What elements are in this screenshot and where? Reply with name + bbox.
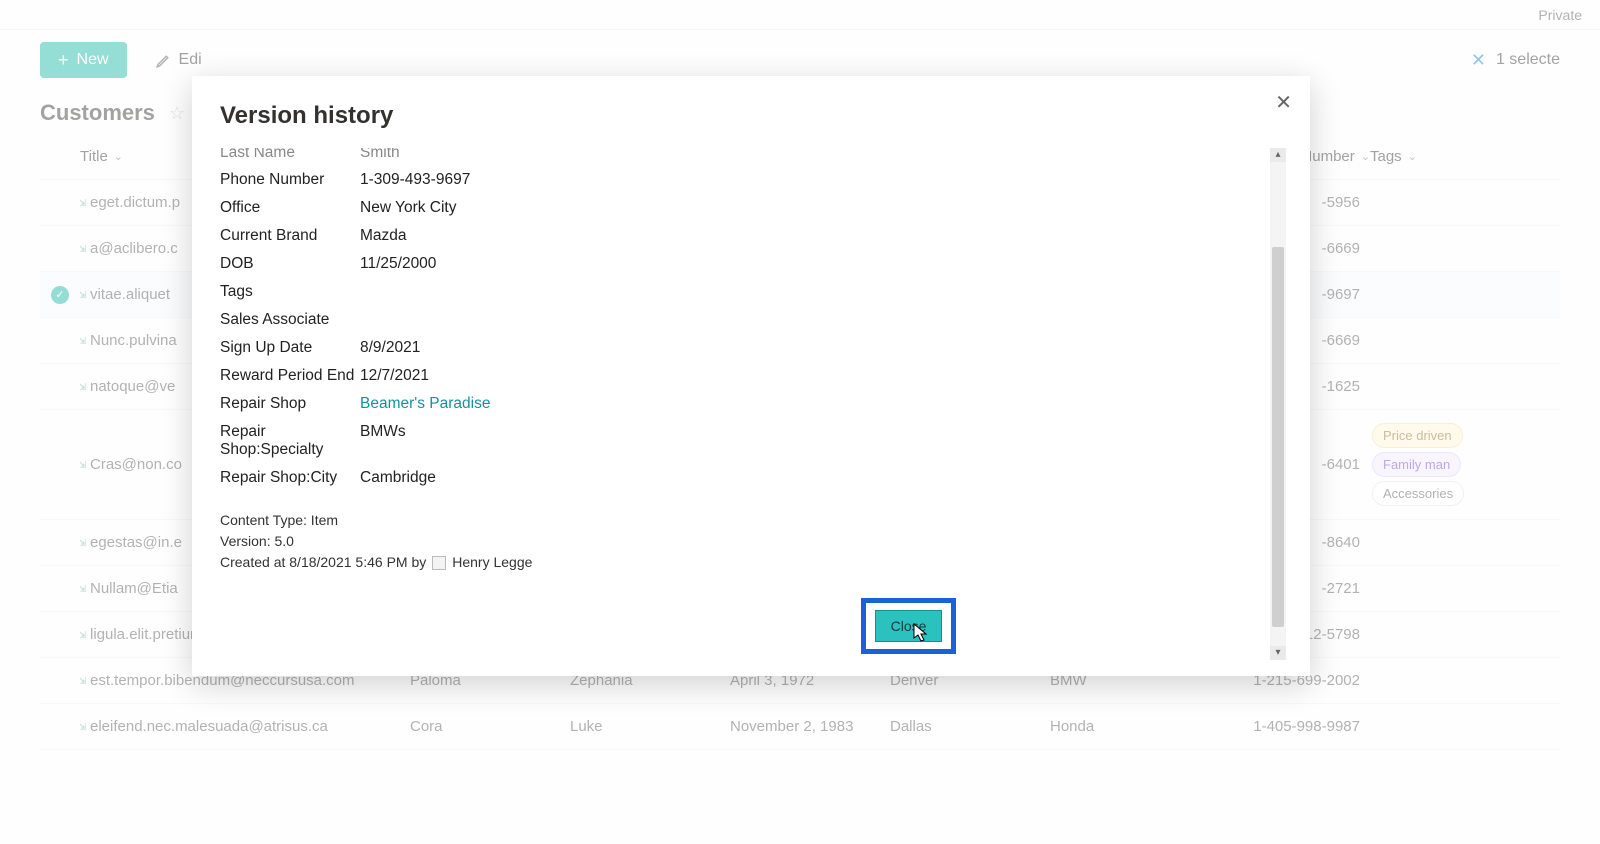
created-by-name: Henry Legge — [452, 552, 532, 573]
cutoff-row: Last Name Smith — [220, 148, 1286, 166]
field-label: Sign Up Date — [220, 339, 360, 357]
field-value: BMWs — [360, 423, 1286, 441]
field-row: Phone Number1-309-493-9697 — [220, 166, 1286, 194]
field-row: Reward Period End12/7/2021 — [220, 362, 1286, 390]
field-value: 1-309-493-9697 — [360, 171, 1286, 189]
dialog-body: Last Name Smith Phone Number1-309-493-96… — [220, 148, 1286, 660]
scroll-down-icon[interactable]: ▾ — [1270, 646, 1286, 660]
dialog-title: Version history — [192, 76, 1310, 142]
field-row: Sign Up Date8/9/2021 — [220, 334, 1286, 362]
field-row: Tags — [220, 278, 1286, 306]
field-value: Cambridge — [360, 469, 1286, 487]
dialog-close-icon[interactable]: ✕ — [1275, 90, 1292, 115]
field-value: 12/7/2021 — [360, 367, 1286, 385]
close-button-highlight: Close — [861, 598, 956, 654]
field-value: Mazda — [360, 227, 1286, 245]
item-meta: Content Type: Item Version: 5.0 Created … — [220, 510, 1286, 573]
version-history-dialog: ✕ Version history Last Name Smith Phone … — [192, 76, 1310, 676]
field-label: Current Brand — [220, 227, 360, 245]
scroll-thumb[interactable] — [1272, 247, 1284, 627]
field-label: DOB — [220, 255, 360, 273]
field-row: Repair Shop:SpecialtyBMWs — [220, 418, 1286, 464]
field-value-link[interactable]: Beamer's Paradise — [360, 395, 1286, 413]
field-label: Repair Shop — [220, 395, 360, 413]
field-value: 8/9/2021 — [360, 339, 1286, 357]
close-button[interactable]: Close — [875, 610, 943, 642]
dialog-scrollbar[interactable]: ▴ ▾ — [1270, 148, 1286, 660]
scroll-track[interactable] — [1270, 162, 1286, 646]
field-label: Tags — [220, 283, 360, 301]
field-label: Sales Associate — [220, 311, 360, 329]
field-value: New York City — [360, 199, 1286, 217]
field-label: Reward Period End — [220, 367, 360, 385]
content-type: Content Type: Item — [220, 510, 1286, 531]
field-row: OfficeNew York City — [220, 194, 1286, 222]
field-row: Current BrandMazda — [220, 222, 1286, 250]
field-label: Repair Shop:Specialty — [220, 423, 360, 459]
close-button-label: Close — [891, 618, 927, 634]
field-label: Repair Shop:City — [220, 469, 360, 487]
scroll-up-icon[interactable]: ▴ — [1270, 148, 1286, 162]
field-row: Repair Shop:CityCambridge — [220, 464, 1286, 492]
field-value: 11/25/2000 — [360, 255, 1286, 273]
avatar-icon — [432, 556, 446, 570]
version-number: Version: 5.0 — [220, 531, 1286, 552]
field-label: Phone Number — [220, 171, 360, 189]
field-row: DOB11/25/2000 — [220, 250, 1286, 278]
field-label: Office — [220, 199, 360, 217]
field-row: Sales Associate — [220, 306, 1286, 334]
field-row: Repair ShopBeamer's Paradise — [220, 390, 1286, 418]
created-by-line: Created at 8/18/2021 5:46 PM by Henry Le… — [220, 552, 1286, 573]
